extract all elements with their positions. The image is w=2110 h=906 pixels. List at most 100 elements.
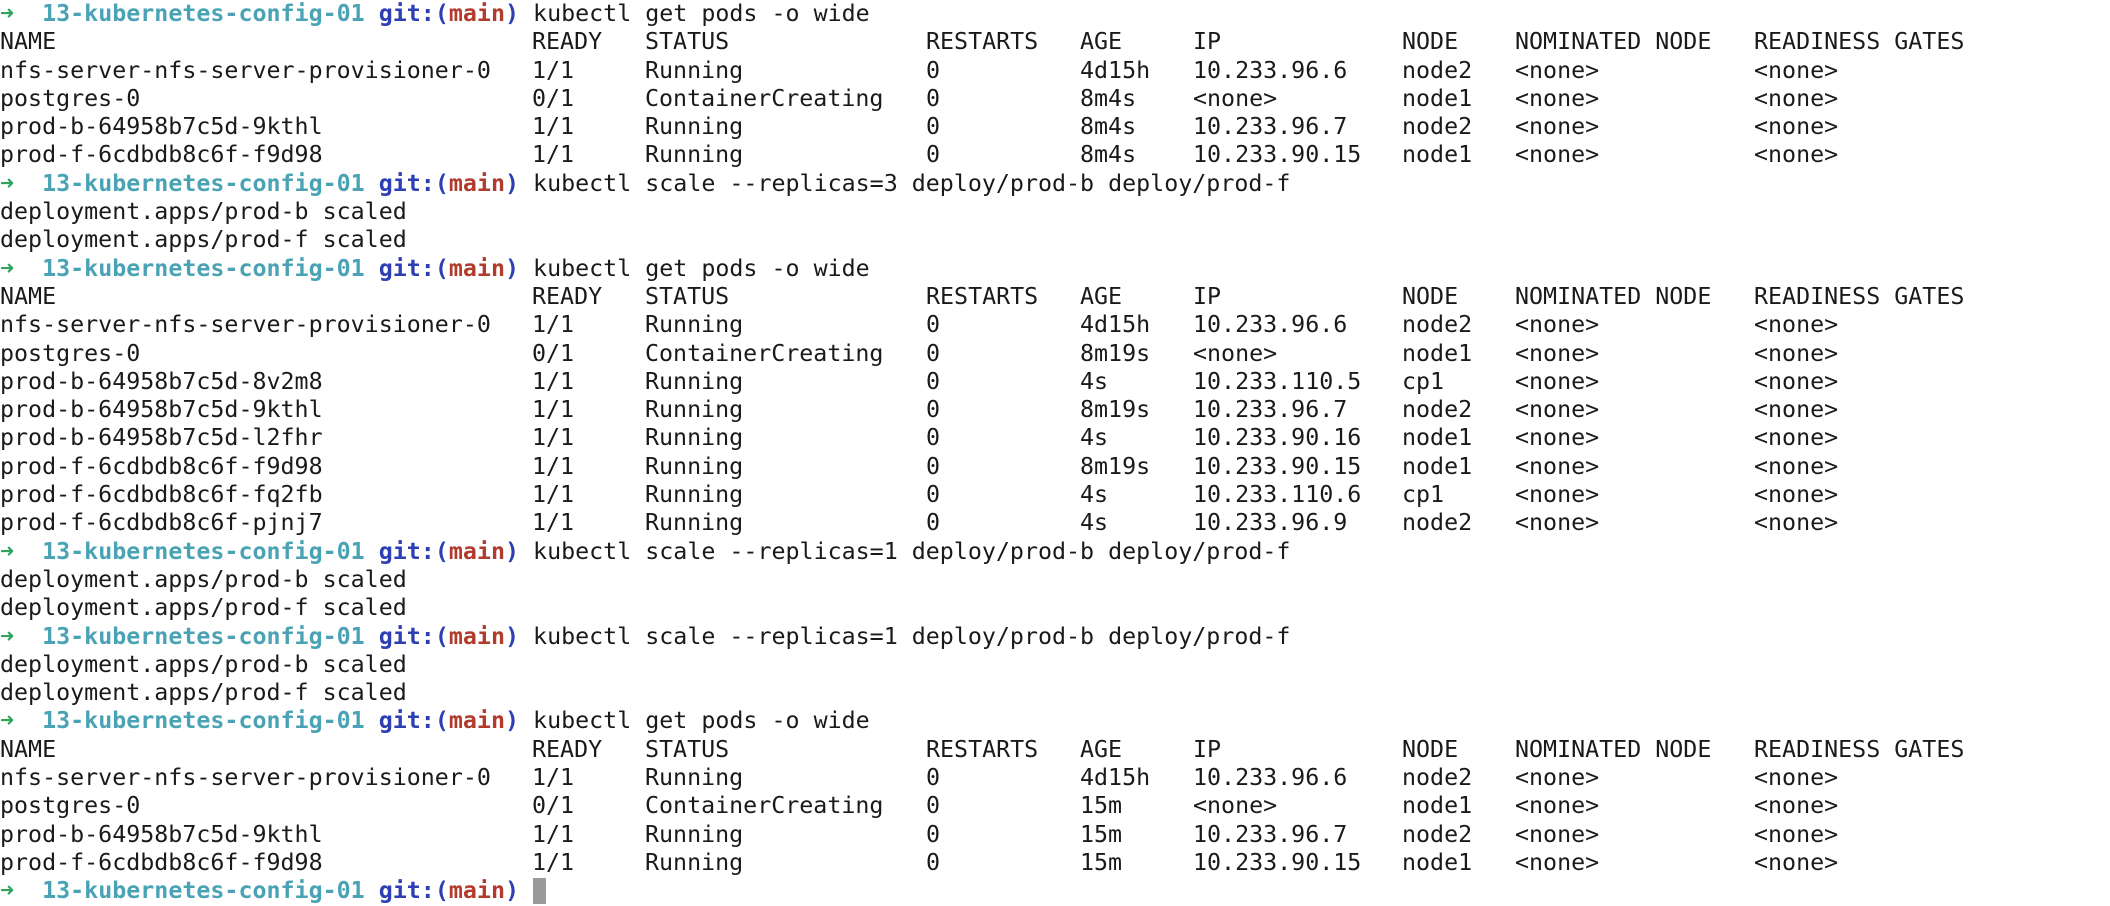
cell-node: node1 xyxy=(1402,424,1473,452)
prompt-branch: main xyxy=(448,0,505,27)
cell-ready: 1/1 xyxy=(532,311,575,339)
cell-readiness-gates: <none> xyxy=(1754,56,1839,84)
cell-status: Running xyxy=(645,481,744,509)
column-header-readiness-gates: READINESS GATES xyxy=(1754,28,1965,56)
cell-age: 15m xyxy=(1080,820,1123,848)
cell-ip: 10.233.96.7 xyxy=(1193,113,1348,141)
output-row: deployment.apps/prod-b scaled xyxy=(0,198,2110,226)
cell-age: 8m4s xyxy=(1080,113,1137,141)
column-header-name: NAME xyxy=(0,28,57,56)
prompt-directory: 13-kubernetes-config-01 xyxy=(42,622,365,650)
column-header-ip: IP xyxy=(1193,282,1222,310)
cell-nominated-node: <none> xyxy=(1515,367,1600,395)
cell-status: Running xyxy=(645,848,744,876)
cell-restarts: 0 xyxy=(926,820,941,848)
prompt-directory: 13-kubernetes-config-01 xyxy=(42,0,365,27)
cell-name: prod-b-64958b7c5d-9kthl xyxy=(0,396,323,424)
cell-age: 8m4s xyxy=(1080,84,1137,112)
cell-node: cp1 xyxy=(1402,481,1445,509)
cell-node: node1 xyxy=(1402,848,1473,876)
cell-readiness-gates: <none> xyxy=(1754,820,1839,848)
cell-restarts: 0 xyxy=(926,848,941,876)
prompt-line: ➜ 13-kubernetes-config-01 git:(main) kub… xyxy=(0,623,2110,651)
cell-restarts: 0 xyxy=(926,339,941,367)
cell-status: Running xyxy=(645,141,744,169)
command-text: kubectl get pods -o wide xyxy=(533,707,870,735)
cell-ready: 1/1 xyxy=(532,141,575,169)
cell-ready: 1/1 xyxy=(532,848,575,876)
cell-restarts: 0 xyxy=(926,56,941,84)
cell-readiness-gates: <none> xyxy=(1754,311,1839,339)
cell-nominated-node: <none> xyxy=(1515,396,1600,424)
column-header-age: AGE xyxy=(1080,28,1123,56)
command-text: kubectl get pods -o wide xyxy=(533,0,870,27)
prompt-line: ➜ 13-kubernetes-config-01 git:(main) xyxy=(0,877,2110,905)
column-header-ready: READY xyxy=(532,28,603,56)
prompt-git-close: ) xyxy=(504,622,520,650)
cell-ready: 0/1 xyxy=(532,339,575,367)
terminal-window[interactable]: ➜ 13-kubernetes-config-01 git:(main) kub… xyxy=(0,0,2110,905)
prompt-git-label: git:( xyxy=(378,169,449,197)
output-line: deployment.apps/prod-f scaled xyxy=(0,594,407,622)
column-header-nominated-node: NOMINATED NODE xyxy=(1515,28,1712,56)
cell-nominated-node: <none> xyxy=(1515,481,1600,509)
column-header-readiness-gates: READINESS GATES xyxy=(1754,282,1965,310)
cell-node: node2 xyxy=(1402,820,1473,848)
output-row: deployment.apps/prod-f scaled xyxy=(0,594,2110,622)
cell-nominated-node: <none> xyxy=(1515,820,1600,848)
terminal-cursor[interactable] xyxy=(533,878,547,905)
cell-age: 4s xyxy=(1080,509,1109,537)
cell-ip: 10.233.96.7 xyxy=(1193,396,1348,424)
output-line: deployment.apps/prod-b scaled xyxy=(0,198,407,226)
table-row: prod-f-6cdbdb8c6f-f9d98 1/1 Running 0 8m4s 10… xyxy=(0,141,2110,169)
prompt-arrow-icon: ➜ xyxy=(0,254,15,282)
prompt-git-label: git:( xyxy=(378,537,449,565)
prompt-directory: 13-kubernetes-config-01 xyxy=(42,537,365,565)
table-row: postgres-0 0/1 ContainerCreating 0 8m19s <non… xyxy=(0,340,2110,368)
column-header-restarts: RESTARTS xyxy=(926,735,1039,763)
cell-readiness-gates: <none> xyxy=(1754,509,1839,537)
cell-readiness-gates: <none> xyxy=(1754,396,1839,424)
table-header-row: NAME READY STATUS RESTARTS AGE IP NODE NOMINATE… xyxy=(0,283,2110,311)
cell-ip: 10.233.96.7 xyxy=(1193,820,1348,848)
column-header-node: NODE xyxy=(1402,735,1459,763)
cell-ip: <none> xyxy=(1193,339,1278,367)
table-row: postgres-0 0/1 ContainerCreating 0 15m <none>… xyxy=(0,792,2110,820)
cell-node: node2 xyxy=(1402,764,1473,792)
cell-ready: 1/1 xyxy=(532,113,575,141)
cell-readiness-gates: <none> xyxy=(1754,84,1839,112)
column-header-age: AGE xyxy=(1080,735,1123,763)
prompt-git-label: git:( xyxy=(378,0,449,27)
cell-readiness-gates: <none> xyxy=(1754,424,1839,452)
cell-nominated-node: <none> xyxy=(1515,339,1600,367)
cell-node: node2 xyxy=(1402,56,1473,84)
cell-ip: 10.233.90.16 xyxy=(1193,424,1362,452)
cell-ip: 10.233.110.5 xyxy=(1193,367,1362,395)
column-header-ip: IP xyxy=(1193,735,1222,763)
cell-status: ContainerCreating xyxy=(645,339,884,367)
cell-name: postgres-0 xyxy=(0,339,141,367)
cell-node: node2 xyxy=(1402,509,1473,537)
prompt-git-close: ) xyxy=(504,254,520,282)
cell-readiness-gates: <none> xyxy=(1754,339,1839,367)
cell-name: prod-f-6cdbdb8c6f-fq2fb xyxy=(0,481,323,509)
cell-nominated-node: <none> xyxy=(1515,311,1600,339)
prompt-git-label: git:( xyxy=(378,877,449,905)
cell-restarts: 0 xyxy=(926,509,941,537)
cell-ip: <none> xyxy=(1193,84,1278,112)
cell-readiness-gates: <none> xyxy=(1754,141,1839,169)
column-header-nominated-node: NOMINATED NODE xyxy=(1515,282,1712,310)
cell-age: 15m xyxy=(1080,848,1123,876)
cell-node: node1 xyxy=(1402,452,1473,480)
column-header-ip: IP xyxy=(1193,28,1222,56)
cell-node: node2 xyxy=(1402,311,1473,339)
prompt-branch: main xyxy=(448,169,505,197)
column-header-status: STATUS xyxy=(645,28,730,56)
cell-restarts: 0 xyxy=(926,113,941,141)
cell-status: Running xyxy=(645,396,744,424)
cell-nominated-node: <none> xyxy=(1515,509,1600,537)
cell-ready: 1/1 xyxy=(532,424,575,452)
column-header-nominated-node: NOMINATED NODE xyxy=(1515,735,1712,763)
prompt-line: ➜ 13-kubernetes-config-01 git:(main) kub… xyxy=(0,0,2110,28)
column-header-node: NODE xyxy=(1402,28,1459,56)
